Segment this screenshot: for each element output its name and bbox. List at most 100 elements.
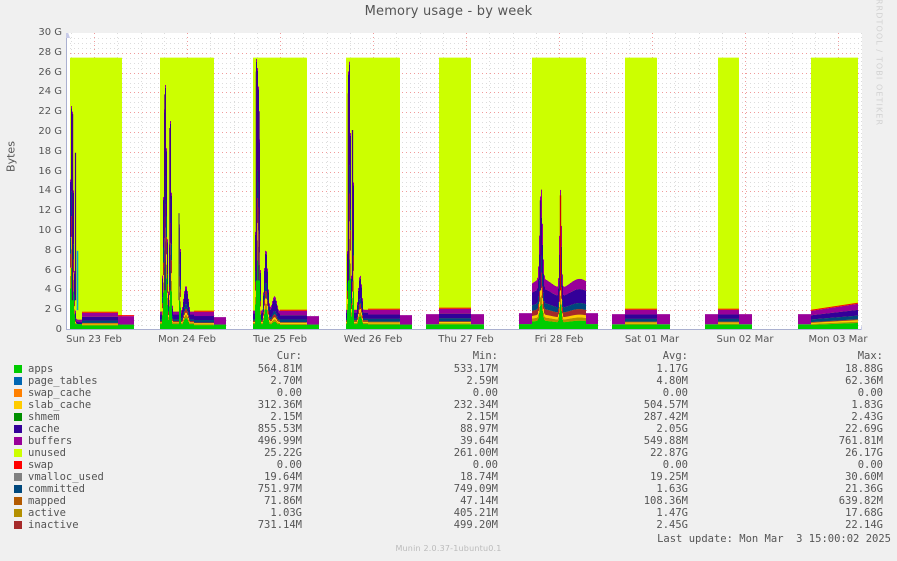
y-axis-tick-label: 10 G (38, 225, 62, 236)
y-axis-tick-label: 12 G (38, 205, 62, 217)
legend-row: inactive 731.14M 499.20M 2.45G 22.14G (0, 519, 897, 531)
plot-canvas (66, 33, 862, 330)
legend-row: page_tables 2.70M 2.59M 4.80M 62.36M (0, 375, 897, 387)
x-axis-tick-label: Sat 01 Mar (624, 334, 680, 345)
x-axis-tick-label: Tue 25 Feb (253, 334, 307, 345)
legend-series-name: buffers (28, 435, 73, 447)
legend-value-max: 18.88G (845, 363, 883, 375)
legend-value-avg: 504.57M (643, 399, 688, 411)
y-axis-ticks: 0 2 G 4 G 6 G 8 G 10 G 12 G 14 G 16 G 18 G 20 G 22 … (0, 28, 62, 335)
legend-value-max: 26.17G (845, 447, 883, 459)
legend-value-min: 2.59M (466, 375, 498, 387)
legend-row: active 1.03G 405.21M 1.47G 17.68G (0, 507, 897, 519)
legend-value-cur: 496.99M (257, 435, 302, 447)
legend-value-min: 533.17M (453, 363, 498, 375)
legend-header-row: Cur: Min: Avg: Max: (0, 350, 897, 363)
y-axis-tick-label: 6 G (44, 264, 62, 276)
legend-value-avg: 1.47G (656, 507, 688, 519)
y-axis-tick-label: 24 G (38, 86, 62, 98)
legend-color-swatch-swap (14, 461, 22, 469)
legend-header-cur: Cur: (276, 350, 302, 362)
legend-value-avg: 22.87G (650, 447, 688, 459)
x-axis-tick-label: Mon 24 Feb (158, 334, 216, 345)
legend-series-name: active (28, 507, 66, 519)
legend-value-min: 39.64M (460, 435, 498, 447)
legend-value-min: 499.20M (453, 519, 498, 531)
y-axis-tick-label: 8 G (44, 244, 62, 256)
x-axis-tick-label: Fri 28 Feb (534, 334, 584, 345)
x-axis-ticks: Sun 23 Feb Mon 24 Feb Tue 25 Feb Wed 26 Feb… (66, 334, 867, 350)
x-axis-tick-label: Thu 27 Feb (438, 334, 494, 345)
legend-value-max: 0.00 (857, 459, 883, 471)
legend-value-cur: 855.53M (257, 423, 302, 435)
legend-value-avg: 0.00 (662, 387, 688, 399)
legend-series-name: cache (28, 423, 60, 435)
legend-value-cur: 2.15M (270, 411, 302, 423)
plot-area (66, 33, 862, 330)
legend-color-swatch-mapped (14, 497, 22, 505)
legend-color-swatch-buffers (14, 437, 22, 445)
legend-header-max: Max: (857, 350, 883, 362)
legend-value-min: 261.00M (453, 447, 498, 459)
legend-value-cur: 312.36M (257, 399, 302, 411)
legend-row: apps 564.81M 533.17M 1.17G 18.88G (0, 363, 897, 375)
legend-row: cache 855.53M 88.97M 2.05G 22.69G (0, 423, 897, 435)
legend-row: shmem 2.15M 2.15M 287.42M 2.43G (0, 411, 897, 423)
legend-value-cur: 25.22G (264, 447, 302, 459)
legend-row: swap 0.00 0.00 0.00 0.00 (0, 459, 897, 471)
y-axis-tick-label: 14 G (38, 185, 62, 197)
y-axis-tick-label: 22 G (38, 106, 62, 118)
legend-value-min: 232.34M (453, 399, 498, 411)
legend-series-name: vmalloc_used (28, 471, 104, 483)
legend-series-name: page_tables (28, 375, 98, 387)
y-axis-tick-label: 26 G (38, 66, 62, 78)
legend-value-min: 88.97M (460, 423, 498, 435)
legend-row: vmalloc_used 19.64M 18.74M 19.25M 30.60M (0, 471, 897, 483)
legend-value-max: 0.00 (857, 387, 883, 399)
munin-graph-page: Memory usage - by week RRDTOOL / TOBI OE… (0, 0, 897, 561)
legend: Cur: Min: Avg: Max: apps 564.81M 533.17M 1.… (0, 350, 897, 531)
legend-row: swap_cache 0.00 0.00 0.00 0.00 (0, 387, 897, 399)
legend-value-min: 0.00 (472, 459, 498, 471)
legend-row: unused 25.22G 261.00M 22.87G 26.17G (0, 447, 897, 459)
legend-series-name: shmem (28, 411, 60, 423)
legend-value-max: 17.68G (845, 507, 883, 519)
legend-value-avg: 108.36M (643, 495, 688, 507)
legend-value-cur: 2.70M (270, 375, 302, 387)
legend-color-swatch-apps (14, 365, 22, 373)
legend-series-name: mapped (28, 495, 66, 507)
legend-value-avg: 2.45G (656, 519, 688, 531)
legend-color-swatch-swap_cache (14, 389, 22, 397)
legend-row: buffers 496.99M 39.64M 549.88M 761.81M (0, 435, 897, 447)
page-title: Memory usage - by week (364, 4, 533, 19)
legend-value-avg: 1.17G (656, 363, 688, 375)
legend-row: committed 751.97M 749.09M 1.63G 21.36G (0, 483, 897, 495)
legend-color-swatch-shmem (14, 413, 22, 421)
legend-series-name: apps (28, 363, 54, 375)
legend-color-swatch-vmalloc_used (14, 473, 22, 481)
legend-value-avg: 19.25M (650, 471, 688, 483)
legend-value-cur: 564.81M (257, 363, 302, 375)
legend-value-max: 639.82M (838, 495, 883, 507)
legend-value-max: 30.60M (845, 471, 883, 483)
legend-value-cur: 731.14M (257, 519, 302, 531)
legend-series-name: swap (28, 459, 54, 471)
y-axis-tick-label: 20 G (38, 126, 62, 137)
y-axis-tick-label: 4 G (44, 284, 62, 296)
legend-series-name: swap_cache (28, 387, 92, 399)
legend-value-max: 22.14G (845, 519, 883, 531)
legend-row: slab_cache 312.36M 232.34M 504.57M 1.83G (0, 399, 897, 411)
legend-value-min: 405.21M (453, 507, 498, 519)
legend-color-swatch-committed (14, 485, 22, 493)
legend-value-max: 761.81M (838, 435, 883, 447)
legend-value-max: 21.36G (845, 483, 883, 495)
legend-row: mapped 71.86M 47.14M 108.36M 639.82M (0, 495, 897, 507)
x-axis-tick-label: Mon 03 Mar (808, 334, 868, 345)
legend-value-cur: 751.97M (257, 483, 302, 495)
legend-value-avg: 2.05G (656, 423, 688, 435)
x-axis-tick-label: Sun 23 Feb (66, 334, 122, 345)
legend-value-avg: 549.88M (643, 435, 688, 447)
legend-value-cur: 1.03G (270, 507, 302, 519)
legend-value-cur: 0.00 (276, 459, 302, 471)
legend-value-max: 62.36M (845, 375, 883, 387)
